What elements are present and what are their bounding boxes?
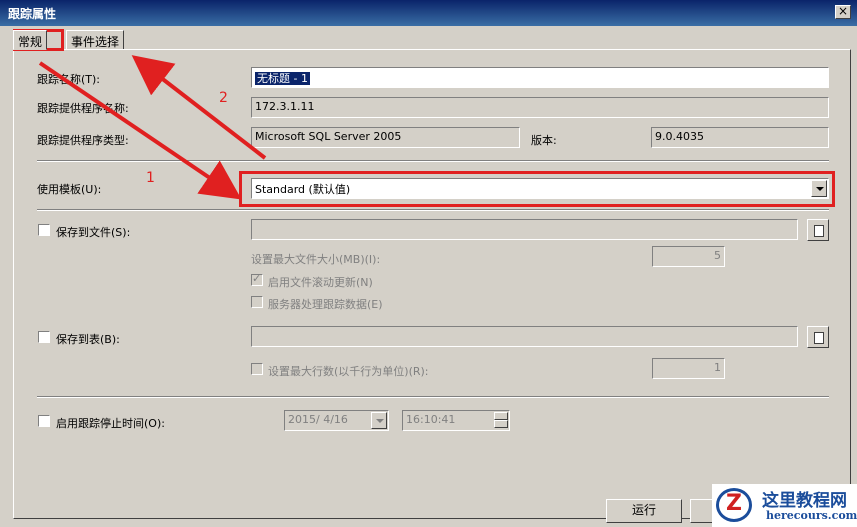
watermark-url: herecours.com — [766, 509, 857, 522]
watermark-title: 这里教程网 — [762, 491, 847, 511]
tab-general[interactable]: 常规 — [13, 30, 48, 50]
arrow-to-template — [38, 61, 242, 200]
watermark-logo-icon: Z — [716, 488, 752, 522]
watermark: Z 这里教程网 herecours.com — [712, 484, 857, 527]
annotation-arrows — [38, 55, 267, 200]
annotation-number-1: 1 — [146, 170, 155, 186]
annotation-number-2: 2 — [219, 90, 228, 106]
